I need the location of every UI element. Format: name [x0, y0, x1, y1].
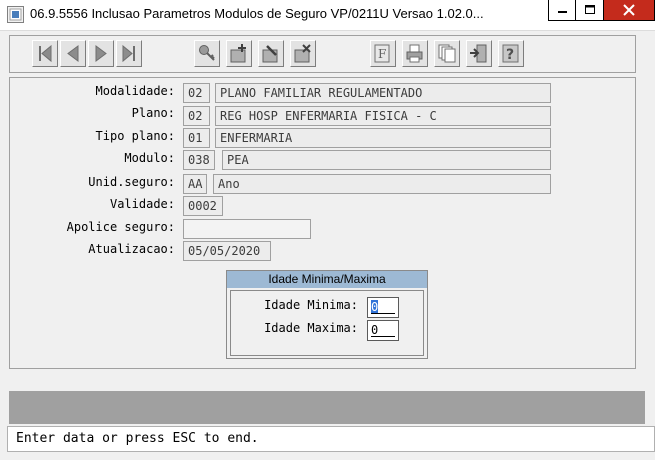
- svg-text:?: ?: [506, 47, 514, 63]
- close-button[interactable]: [604, 0, 655, 21]
- modulo-code-field[interactable]: 038: [183, 150, 215, 170]
- next-record-button[interactable]: [88, 40, 114, 67]
- help-icon: ?: [502, 44, 519, 63]
- idade-maxima-input[interactable]: 0: [367, 320, 399, 341]
- edit-record-button[interactable]: [258, 40, 284, 67]
- apolice-seguro-field[interactable]: [183, 219, 311, 239]
- atualizacao-field[interactable]: 05/05/2020: [183, 241, 271, 261]
- status-message: Enter data or press ESC to end.: [16, 431, 259, 446]
- minimize-icon: [558, 11, 567, 13]
- exit-door-icon: [470, 44, 487, 63]
- modalidade-description-field: PLANO FAMILIAR REGULAMENTADO: [215, 83, 551, 103]
- exit-button[interactable]: [466, 40, 492, 67]
- plano-label: Plano:: [131, 106, 175, 120]
- validade-field[interactable]: 0002: [183, 196, 223, 216]
- window-title: 06.9.5556 Inclusao Parametros Modulos de…: [30, 6, 484, 21]
- idade-minima-input[interactable]: 0: [367, 297, 399, 318]
- age-range-title: Idade Minima/Maxima: [227, 271, 427, 288]
- title-bar: 06.9.5556 Inclusao Parametros Modulos de…: [0, 0, 655, 31]
- toolbar: F ?: [9, 35, 636, 73]
- search-key-icon: [199, 45, 215, 61]
- unid-seguro-label: Unid.seguro:: [88, 175, 175, 189]
- first-record-button[interactable]: [32, 40, 58, 67]
- minimize-button[interactable]: [548, 0, 576, 21]
- first-record-icon: [39, 44, 52, 63]
- idade-minima-value: 0: [371, 300, 379, 314]
- app-icon: [7, 6, 24, 23]
- plano-code-field[interactable]: 02: [183, 106, 210, 126]
- unid-seguro-code-field[interactable]: AA: [183, 174, 207, 194]
- delete-record-button[interactable]: [290, 40, 316, 67]
- close-icon: [623, 4, 635, 16]
- svg-text:F: F: [378, 47, 386, 61]
- message-area: [9, 391, 645, 424]
- idade-minima-label: Idade Minima:: [264, 298, 358, 312]
- modulo-label: Modulo:: [124, 151, 175, 165]
- apolice-seguro-label: Apolice seguro:: [66, 220, 175, 234]
- delete-record-icon: [294, 44, 311, 63]
- tipo-plano-description-field: ENFERMARIA: [215, 128, 551, 148]
- unid-seguro-description-field: Ano: [213, 174, 551, 194]
- tipo-plano-code-field[interactable]: 01: [183, 128, 210, 148]
- age-range-group: Idade Minima/Maxima Idade Minima: 0 Idad…: [226, 270, 428, 359]
- previous-record-icon: [67, 45, 79, 62]
- help-button[interactable]: ?: [498, 40, 524, 67]
- add-record-button[interactable]: [226, 40, 252, 67]
- print-icon: [406, 44, 423, 63]
- previous-record-button[interactable]: [60, 40, 86, 67]
- idade-maxima-value: 0: [371, 323, 379, 337]
- input-underline: [371, 336, 395, 337]
- validade-label: Validade:: [109, 197, 175, 211]
- next-record-icon: [95, 45, 107, 62]
- modalidade-label: Modalidade:: [95, 84, 175, 98]
- last-record-button[interactable]: [116, 40, 142, 67]
- search-button[interactable]: [194, 40, 220, 67]
- filter-button[interactable]: F: [370, 40, 396, 67]
- modulo-description-field: PEA: [222, 150, 551, 170]
- edit-record-icon: [262, 45, 278, 63]
- copy-pages-icon: [438, 44, 456, 63]
- plano-description-field: REG HOSP ENFERMARIA FISICA - C: [215, 106, 551, 126]
- input-underline: [371, 313, 395, 314]
- atualizacao-label: Atualizacao:: [88, 242, 175, 256]
- tipo-plano-label: Tipo plano:: [95, 129, 175, 143]
- last-record-icon: [122, 44, 135, 63]
- filter-icon: F: [374, 44, 390, 63]
- print-button[interactable]: [402, 40, 428, 67]
- status-bar: Enter data or press ESC to end.: [7, 426, 655, 452]
- maximize-icon: [585, 5, 595, 14]
- maximize-button[interactable]: [576, 0, 604, 21]
- modalidade-code-field[interactable]: 02: [183, 83, 210, 103]
- idade-maxima-label: Idade Maxima:: [264, 321, 358, 335]
- copy-button[interactable]: [434, 40, 460, 67]
- add-record-icon: [230, 44, 246, 63]
- age-range-inner-frame: Idade Minima: 0 Idade Maxima: 0: [230, 290, 424, 356]
